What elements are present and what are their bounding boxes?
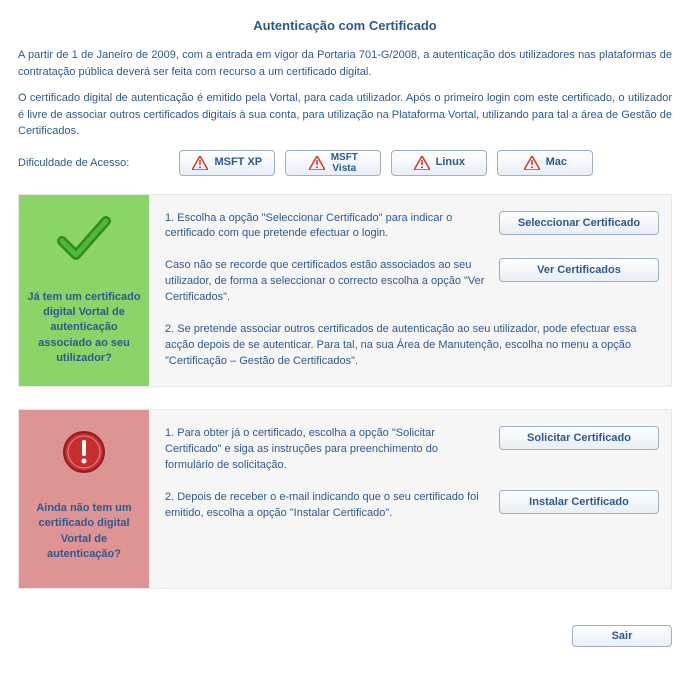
msft-xp-button[interactable]: MSFT XP — [179, 150, 275, 176]
intro-p2: O certificado digital de autenticação é … — [18, 90, 672, 140]
intro-text: A partir de 1 de Janeiro de 2009, com a … — [18, 47, 672, 140]
access-difficulty-row: Dificuldade de Acesso: MSFT XP MSFTVista… — [18, 150, 672, 176]
linux-label: Linux — [436, 156, 465, 168]
checkmark-icon — [56, 215, 112, 266]
warning-icon — [524, 156, 540, 170]
request-certificate-button[interactable]: Solicitar Certificado — [499, 426, 659, 450]
select-certificate-button[interactable]: Seleccionar Certificado — [499, 211, 659, 235]
intro-p1: A partir de 1 de Janeiro de 2009, com a … — [18, 47, 672, 80]
exit-button[interactable]: Sair — [572, 625, 672, 647]
panel-no-step1: 1. Para obter já o certificado, escolha … — [165, 426, 485, 474]
alert-icon — [62, 430, 106, 477]
panel-has-step1: 1. Escolha a opção "Seleccionar Certific… — [165, 211, 485, 243]
view-certificates-button[interactable]: Ver Certificados — [499, 258, 659, 282]
panel-no-question: Ainda não tem um certificado digital Vor… — [27, 501, 141, 563]
msft-xp-label: MSFT XP — [214, 156, 262, 168]
warning-icon — [192, 156, 208, 170]
panel-has-step2: 2. Se pretende associar outros certifica… — [165, 322, 659, 370]
panel-no-left: Ainda não tem um certificado digital Vor… — [19, 410, 149, 588]
panel-no-step2: 2. Depois de receber o e-mail indicando … — [165, 490, 485, 522]
panel-has-question: Já tem um certificado digital Vortal de … — [27, 290, 141, 367]
linux-button[interactable]: Linux — [391, 150, 487, 176]
panel-has-certificate: Já tem um certificado digital Vortal de … — [18, 194, 672, 388]
panel-has-left: Já tem um certificado digital Vortal de … — [19, 195, 149, 387]
warning-icon — [414, 156, 430, 170]
panel-has-hint: Caso não se recorde que certificados est… — [165, 258, 485, 306]
install-certificate-button[interactable]: Instalar Certificado — [499, 490, 659, 514]
access-label: Dificuldade de Acesso: — [18, 157, 129, 169]
msft-vista-label: MSFTVista — [331, 152, 358, 174]
warning-icon — [309, 156, 325, 170]
mac-label: Mac — [546, 156, 567, 168]
footer: Sair — [0, 621, 690, 665]
msft-vista-button[interactable]: MSFTVista — [285, 150, 381, 176]
panel-no-certificate: Ainda não tem um certificado digital Vor… — [18, 409, 672, 589]
page-title: Autenticação com Certificado — [18, 10, 672, 47]
mac-button[interactable]: Mac — [497, 150, 593, 176]
